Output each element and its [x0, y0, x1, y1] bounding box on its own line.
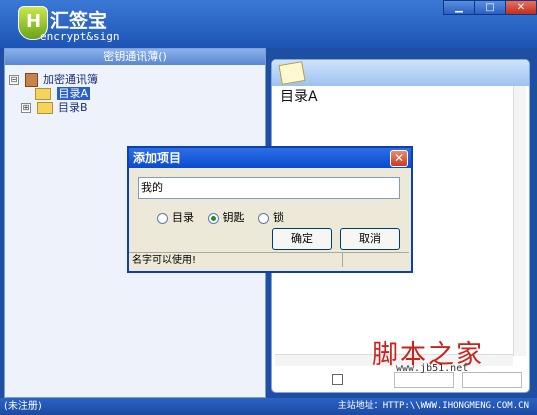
footer-button-1[interactable] — [394, 372, 454, 388]
site-address[interactable]: 主站地址：HTTP:\\WWW.IHONGMENG.COM.CN — [338, 398, 529, 415]
dialog-title: 添加项目 — [133, 151, 182, 165]
maximize-button[interactable]: □ — [474, 0, 506, 15]
option-checkbox[interactable] — [332, 374, 343, 385]
radio-dot-icon — [207, 212, 219, 224]
dialog-status: 名字可以使用! — [129, 252, 409, 267]
dialog-close-button[interactable]: ✕ — [390, 150, 408, 167]
tree-node-folder-b[interactable]: ⊞ 目录B — [21, 99, 88, 115]
cancel-button[interactable]: 取消 — [340, 228, 400, 250]
minimize-button[interactable]: ▁ — [443, 0, 475, 15]
add-item-dialog: 添加项目 ✕ 我的 目录 钥匙 锁 确定 取消 名字可以使用! — [127, 146, 413, 273]
name-input[interactable]: 我的 — [138, 177, 400, 199]
app-subtitle: encrypt&sign — [40, 30, 120, 43]
radio-lock[interactable]: 锁 — [258, 209, 284, 225]
type-radio-group: 目录 钥匙 锁 — [157, 209, 294, 225]
right-panel-header — [272, 60, 529, 86]
status-divider — [342, 252, 343, 267]
folder-icon — [36, 102, 53, 114]
vertical-scrollbar[interactable] — [513, 86, 526, 356]
status-bar: (未注册) 主站地址：HTTP:\\WWW.IHONGMENG.COM.CN — [0, 398, 537, 415]
note-pencil-icon — [278, 61, 306, 85]
expand-icon[interactable]: ⊞ — [21, 103, 31, 113]
radio-dot-icon — [157, 212, 168, 224]
close-button[interactable]: ✕ — [505, 0, 537, 15]
registration-status: (未注册) — [4, 401, 42, 412]
radio-dot-icon — [258, 212, 269, 224]
left-panel-header: 密钥通讯薄() — [5, 49, 265, 65]
tree-node-label: 目录B — [58, 101, 88, 114]
watermark-url: www.jb51.net — [396, 363, 469, 374]
ok-button[interactable]: 确定 — [272, 228, 332, 250]
radio-directory[interactable]: 目录 — [157, 209, 194, 225]
radio-key[interactable]: 钥匙 — [207, 209, 245, 225]
collapse-icon[interactable]: ⊟ — [9, 75, 19, 85]
title-bar: H 汇签宝 encrypt&sign ▁ □ ✕ — [0, 0, 537, 48]
footer-button-2[interactable] — [462, 372, 522, 388]
app-title: 汇签宝 — [50, 10, 108, 32]
content-text: 目录A — [280, 89, 318, 105]
dialog-title-bar: 添加项目 ✕ — [129, 148, 411, 168]
